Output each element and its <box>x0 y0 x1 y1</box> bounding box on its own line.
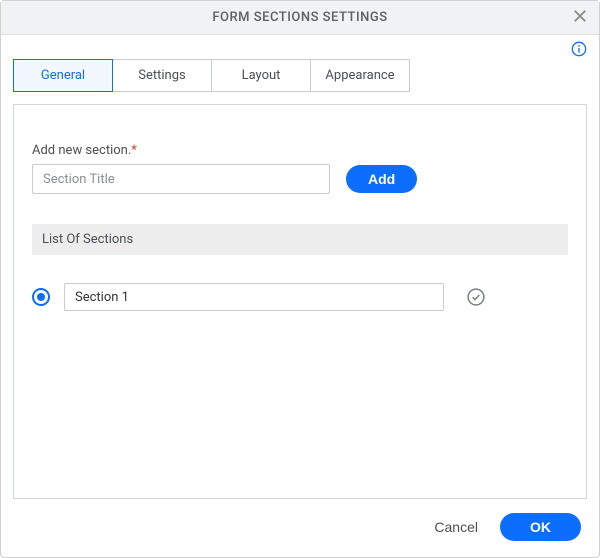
required-marker: * <box>131 143 137 158</box>
add-button[interactable]: Add <box>346 165 417 193</box>
dialog-header: FORM SECTIONS SETTINGS <box>1 1 599 35</box>
tab-appearance[interactable]: Appearance <box>310 59 410 92</box>
tab-settings[interactable]: Settings <box>112 59 212 92</box>
check-circle-icon[interactable] <box>466 287 486 307</box>
form-sections-settings-dialog: FORM SECTIONS SETTINGS General Settings … <box>0 0 600 558</box>
tab-general[interactable]: General <box>13 59 113 92</box>
ok-button[interactable]: OK <box>500 513 581 541</box>
tab-layout[interactable]: Layout <box>211 59 311 92</box>
section-name-input[interactable] <box>64 283 444 311</box>
dialog-title: FORM SECTIONS SETTINGS <box>13 10 587 25</box>
section-radio[interactable] <box>32 288 50 306</box>
section-title-input[interactable] <box>32 164 330 194</box>
tabs: General Settings Layout Appearance <box>1 57 599 92</box>
add-section-label: Add new section.* <box>32 143 568 158</box>
add-section-row: Add <box>32 164 568 194</box>
tab-panel-general: Add new section.* Add List Of Sections <box>13 104 587 499</box>
list-of-sections-header: List Of Sections <box>32 224 568 255</box>
info-row <box>1 35 599 57</box>
section-row <box>32 283 568 311</box>
info-icon[interactable] <box>571 41 587 57</box>
close-icon[interactable] <box>571 7 589 29</box>
add-section-label-text: Add new section. <box>32 143 131 158</box>
cancel-button[interactable]: Cancel <box>430 513 482 541</box>
dialog-footer: Cancel OK <box>1 499 599 557</box>
radio-selected-icon <box>37 293 45 301</box>
